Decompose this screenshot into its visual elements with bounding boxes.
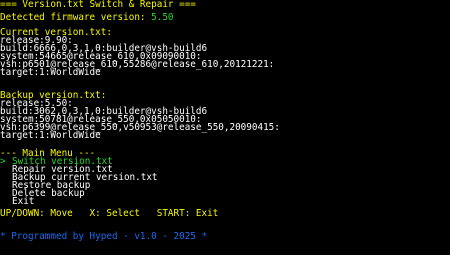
menu-item-label: Exit — [12, 196, 35, 207]
detected-firmware-value: 5.50 — [151, 12, 174, 23]
footer-credits: * Programmed by Hyped - v1.0 - 2025 * — [0, 231, 208, 242]
controls-hint: UP/DOWN: Move X: Select START: Exit — [0, 208, 219, 219]
menu-item-exit[interactable]: Exit — [0, 196, 35, 207]
detected-firmware-label: Detected firmware version: — [0, 12, 152, 23]
app-title: === Version.txt Switch & Repair === — [0, 0, 196, 10]
current-version-line: target:1:WorldWide — [0, 67, 101, 78]
backup-version-line: target:1:WorldWide — [0, 130, 101, 141]
detected-firmware-line: Detected firmware version: 5.50 — [0, 12, 174, 23]
homebrew-screen: === Version.txt Switch & Repair === Dete… — [0, 0, 450, 255]
